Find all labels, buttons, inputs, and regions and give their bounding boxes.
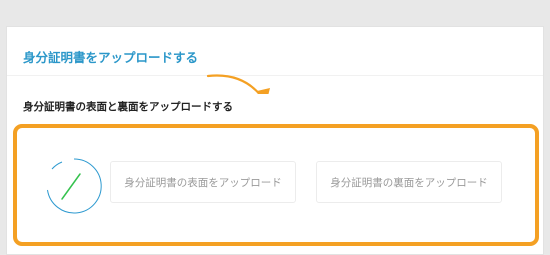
curved-arrow-icon [206, 74, 270, 94]
upload-back-label: 身分証明書の裏面をアップロード [330, 176, 488, 189]
section-label: 身分証明書の表面と裏面をアップロードする [23, 101, 233, 113]
upload-back-button[interactable]: 身分証明書の裏面をアップロード [316, 161, 502, 203]
page: 身分証明書をアップロードする 身分証明書の表面と裏面をアップロードする 身分証明… [0, 0, 550, 255]
upload-front-label: 身分証明書の表面をアップロード [124, 176, 282, 189]
upload-front-button[interactable]: 身分証明書の表面をアップロード [110, 161, 296, 203]
card-title: 身分証明書をアップロードする [23, 50, 199, 65]
loading-spinner-icon [47, 158, 102, 214]
